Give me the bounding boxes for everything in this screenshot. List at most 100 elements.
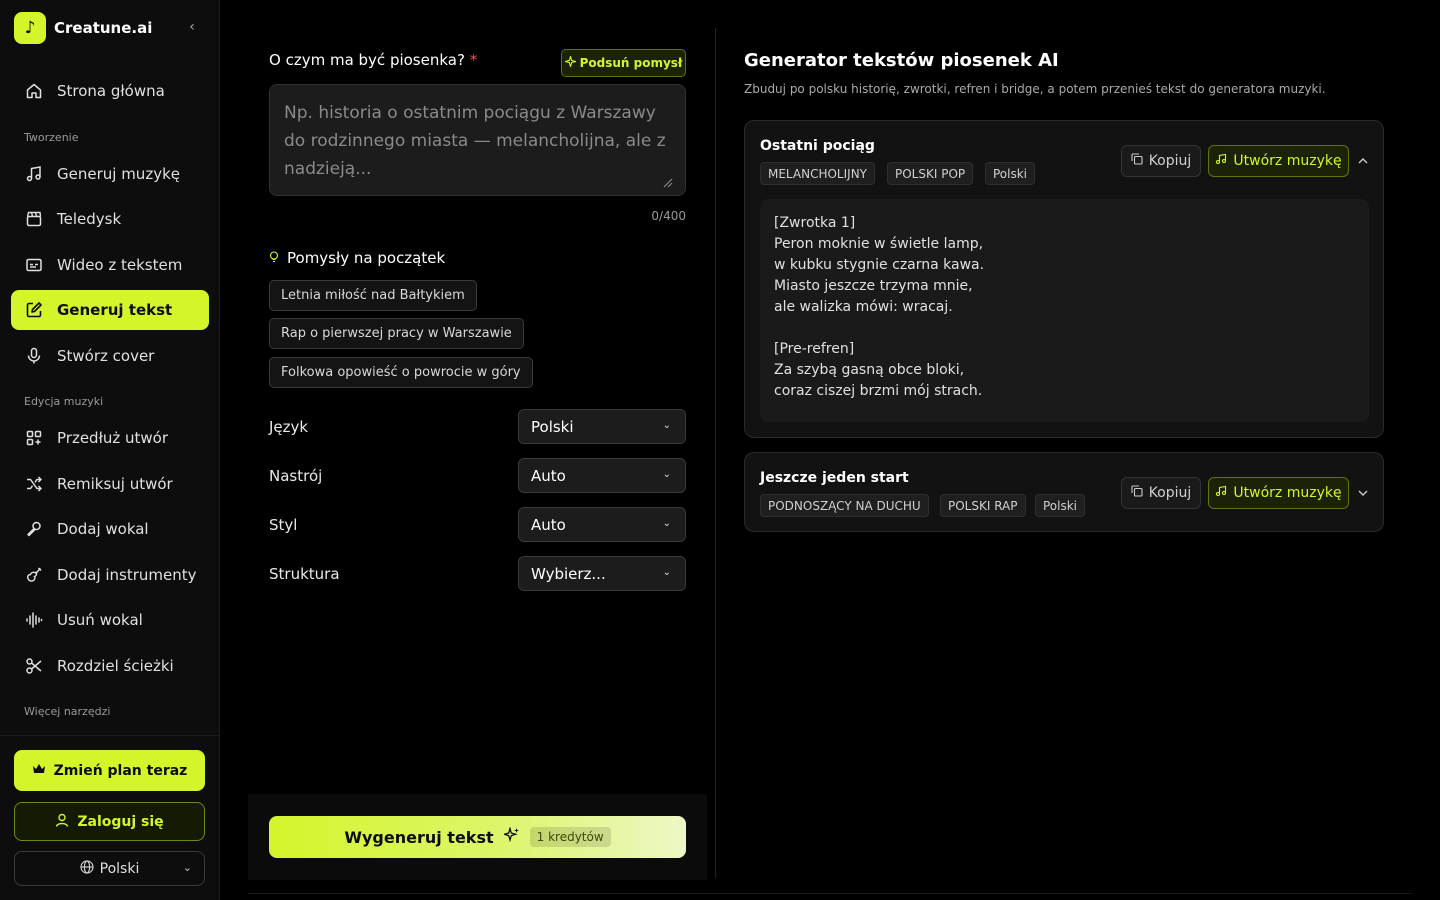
sidebar-item-add-vocals[interactable]: Dodaj wokal: [11, 509, 209, 549]
sidebar-item-label: Przedłuż utwór: [57, 429, 168, 447]
structure-dropdown-value: Wybierz...: [531, 564, 606, 583]
lyrics-line: Za szybą gasną obce bloki,: [774, 362, 965, 378]
sidebar-item-generate-music[interactable]: Generuj muzykę: [11, 154, 209, 194]
mood-dropdown-value: Auto: [531, 466, 566, 485]
style-dropdown-value: Auto: [531, 515, 566, 534]
resize-handle-icon[interactable]: [661, 176, 675, 190]
chevron-down-icon[interactable]: [1355, 485, 1371, 501]
copy-icon: [1131, 485, 1143, 501]
page-subtitle: Zbuduj po polsku historię, zwrotki, refr…: [744, 82, 1326, 96]
sidebar-item-remix-track[interactable]: Remiksuj utwór: [11, 464, 209, 504]
credits-badge: 1 kredytów: [529, 827, 611, 847]
scissors-icon: [25, 657, 43, 675]
generate-lyrics-label: Wygeneruj tekst: [344, 827, 494, 847]
sidebar-item-music-video[interactable]: Teledysk: [11, 199, 209, 239]
edit-note-icon: [25, 301, 43, 319]
copy-label: Kopiuj: [1148, 153, 1192, 169]
shuffle-icon: [25, 475, 43, 493]
ideas-heading-text: Pomysły na początek: [287, 249, 446, 267]
suggest-idea-button[interactable]: Podsuń pomysł: [561, 49, 686, 77]
create-music-label: Utwórz muzykę: [1233, 153, 1342, 169]
sidebar-item-remove-vocals[interactable]: Usuń wokal: [11, 600, 209, 640]
music-note-icon: [1215, 485, 1227, 501]
mood-dropdown[interactable]: Auto ⌄: [518, 458, 686, 493]
chevron-left-icon[interactable]: ‹: [184, 18, 200, 36]
sidebar: ♪ Creatune.ai ‹ Strona główna Tworzenie …: [0, 0, 220, 900]
chevron-down-icon: ⌄: [182, 861, 192, 874]
upgrade-plan-label: Zmień plan teraz: [53, 762, 188, 779]
sidebar-item-home[interactable]: Strona główna: [11, 71, 209, 111]
lyrics-line: coraz ciszej brzmi mój strach.: [774, 383, 983, 399]
idea-chip[interactable]: Letnia miłość nad Bałtykiem: [269, 280, 477, 311]
sidebar-item-extend-track[interactable]: Przedłuż utwór: [11, 418, 209, 458]
topic-textarea[interactable]: [269, 84, 686, 196]
chevron-down-icon: ⌄: [662, 567, 671, 578]
idea-chip[interactable]: Folkowa opowieść o powrocie w góry: [269, 357, 533, 388]
sidebar-item-create-cover[interactable]: Stwórz cover: [11, 336, 209, 376]
style-tag: POLSKI POP: [887, 162, 974, 185]
page-title: Generator tekstów piosenek AI: [744, 50, 1059, 71]
idea-chip[interactable]: Rap o pierwszej pracy w Warszawie: [269, 318, 524, 349]
music-note-icon: [1215, 153, 1227, 169]
sidebar-item-add-instruments[interactable]: Dodaj instrumenty: [11, 555, 209, 595]
globe-icon: [80, 859, 94, 878]
chevron-up-icon[interactable]: [1355, 153, 1371, 169]
structure-field-label: Struktura: [269, 565, 340, 583]
user-icon: [55, 813, 69, 831]
bottom-divider: [248, 893, 1412, 894]
sidebar-item-label: Generuj muzykę: [57, 165, 180, 183]
copy-label: Kopiuj: [1148, 485, 1192, 501]
sidebar-item-label: Stwórz cover: [57, 347, 155, 365]
sidebar-item-label: Dodaj instrumenty: [57, 566, 197, 584]
lyrics-line: Peron moknie w świetle lamp,: [774, 236, 984, 252]
ideas-heading: Pomysły na początek: [269, 249, 445, 267]
brand-name: Creatune.ai: [54, 19, 153, 37]
sidebar-item-label: Rozdziel ścieżki: [57, 657, 174, 675]
lyrics-card-title: Jeszcze jeden start: [760, 470, 909, 486]
create-music-button[interactable]: Utwórz muzykę: [1208, 145, 1349, 177]
music-icon: [25, 165, 43, 183]
upgrade-plan-button[interactable]: Zmień plan teraz: [14, 750, 205, 791]
sidebar-item-label: Strona główna: [57, 82, 165, 100]
lyrics-line: ale walizka mówi: wracaj.: [774, 299, 953, 315]
sidebar-item-lyric-video[interactable]: Wideo z tekstem: [11, 245, 209, 285]
create-music-label: Utwórz muzykę: [1233, 485, 1342, 501]
required-mark: *: [469, 51, 478, 69]
language-select[interactable]: Polski ⌄: [14, 851, 205, 886]
structure-dropdown[interactable]: Wybierz... ⌄: [518, 556, 686, 591]
generate-lyrics-button[interactable]: Wygeneruj tekst 1 kredytów: [269, 816, 686, 858]
lyrics-line: [Pre-refren]: [774, 341, 855, 357]
lyrics-preview: [Zwrotka 1] Peron moknie w świetle lamp,…: [760, 199, 1369, 422]
copy-button[interactable]: Kopiuj: [1121, 477, 1201, 509]
copy-button[interactable]: Kopiuj: [1121, 145, 1201, 177]
section-label-create: Tworzenie: [24, 131, 79, 144]
sidebar-item-label: Teledysk: [57, 210, 122, 228]
sidebar-item-split-stems[interactable]: Rozdziel ścieżki: [11, 646, 209, 686]
crown-icon: [32, 763, 46, 779]
microphone-icon: [25, 347, 43, 365]
guitar-icon: [25, 566, 43, 584]
language-dropdown[interactable]: Polski ⌄: [518, 409, 686, 444]
app-root: ♪ Creatune.ai ‹ Strona główna Tworzenie …: [0, 0, 1440, 900]
extend-icon: [25, 429, 43, 447]
brand[interactable]: ♪ Creatune.ai: [14, 12, 152, 44]
lyrics-line: [774, 318, 1355, 339]
character-count: 0/400: [651, 209, 686, 223]
create-music-button[interactable]: Utwórz muzykę: [1208, 477, 1349, 509]
suggest-idea-label: Podsuń pomysł: [579, 56, 683, 70]
chevron-down-icon: ⌄: [662, 469, 671, 480]
topic-label-text: O czym ma być piosenka?: [269, 51, 465, 69]
lyrics-line: Miasto jeszcze trzyma mnie,: [774, 278, 973, 294]
mood-tag: PODNOSZĄCY NA DUCHU: [760, 494, 929, 517]
lyrics-card: Ostatni pociąg MELANCHOLIJNY POLSKI POP …: [744, 120, 1384, 438]
mood-tag: MELANCHOLIJNY: [760, 162, 875, 185]
sidebar-item-label: Remiksuj utwór: [57, 475, 173, 493]
sidebar-item-generate-lyrics[interactable]: Generuj tekst: [11, 290, 209, 330]
language-tag: Polski: [985, 162, 1036, 185]
login-button[interactable]: Zaloguj się: [14, 802, 205, 841]
lyrics-card-title: Ostatni pociąg: [760, 138, 875, 154]
style-dropdown[interactable]: Auto ⌄: [518, 507, 686, 542]
topic-label: O czym ma być piosenka? *: [269, 51, 477, 69]
style-tag: POLSKI RAP: [940, 494, 1026, 517]
panel-divider: [715, 28, 716, 878]
